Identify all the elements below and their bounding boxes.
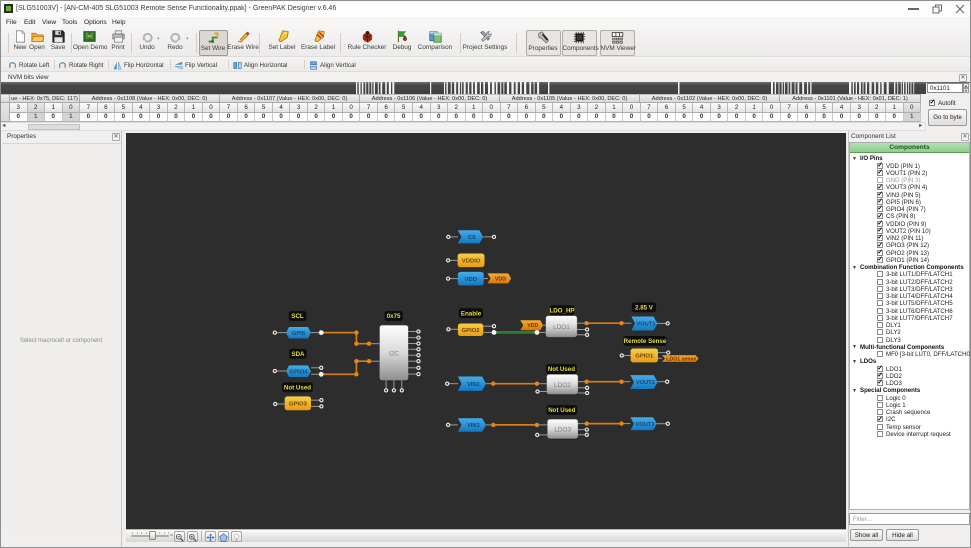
svg-text:LDO3: LDO3: [554, 427, 571, 434]
svg-text:2.85 V: 2.85 V: [635, 305, 654, 312]
svg-text:VDD: VDD: [465, 277, 477, 283]
svg-text:SDA: SDA: [291, 351, 305, 358]
svg-text:LDO1: LDO1: [553, 324, 570, 331]
svg-text:GPI5: GPI5: [292, 331, 306, 337]
svg-text:LDO2: LDO2: [554, 382, 571, 389]
svg-text:VIN3: VIN3: [467, 423, 480, 429]
svg-text:GPIO2: GPIO2: [462, 328, 481, 334]
svg-text:LDO_HP: LDO_HP: [549, 308, 574, 315]
svg-text:VDD: VDD: [495, 276, 506, 282]
svg-text:VIN2: VIN2: [467, 382, 480, 388]
svg-text:Not Used: Not Used: [284, 385, 311, 392]
svg-text:VOUT1: VOUT1: [636, 322, 655, 328]
svg-text:VDDIO: VDDIO: [462, 258, 481, 264]
svg-text:0x75: 0x75: [387, 313, 401, 320]
svg-text:SCL: SCL: [291, 313, 304, 320]
svg-text:GPIO1: GPIO1: [635, 354, 654, 360]
svg-text:GPIO4: GPIO4: [289, 369, 308, 375]
svg-text:VOUT2: VOUT2: [636, 380, 655, 386]
svg-text:VOUT3: VOUT3: [636, 422, 655, 428]
svg-text:GPIO3: GPIO3: [289, 401, 308, 407]
svg-text:LDO1 sense: LDO1 sense: [666, 357, 696, 363]
svg-text:VDD: VDD: [527, 323, 538, 329]
svg-text:I2C: I2C: [389, 350, 399, 357]
svg-text:Remote Sense: Remote Sense: [624, 338, 667, 345]
svg-text:Not Used: Not Used: [548, 366, 575, 373]
svg-text:Not Used: Not Used: [548, 407, 575, 414]
svg-text:CS: CS: [468, 235, 476, 241]
svg-text:Enable: Enable: [461, 310, 482, 317]
